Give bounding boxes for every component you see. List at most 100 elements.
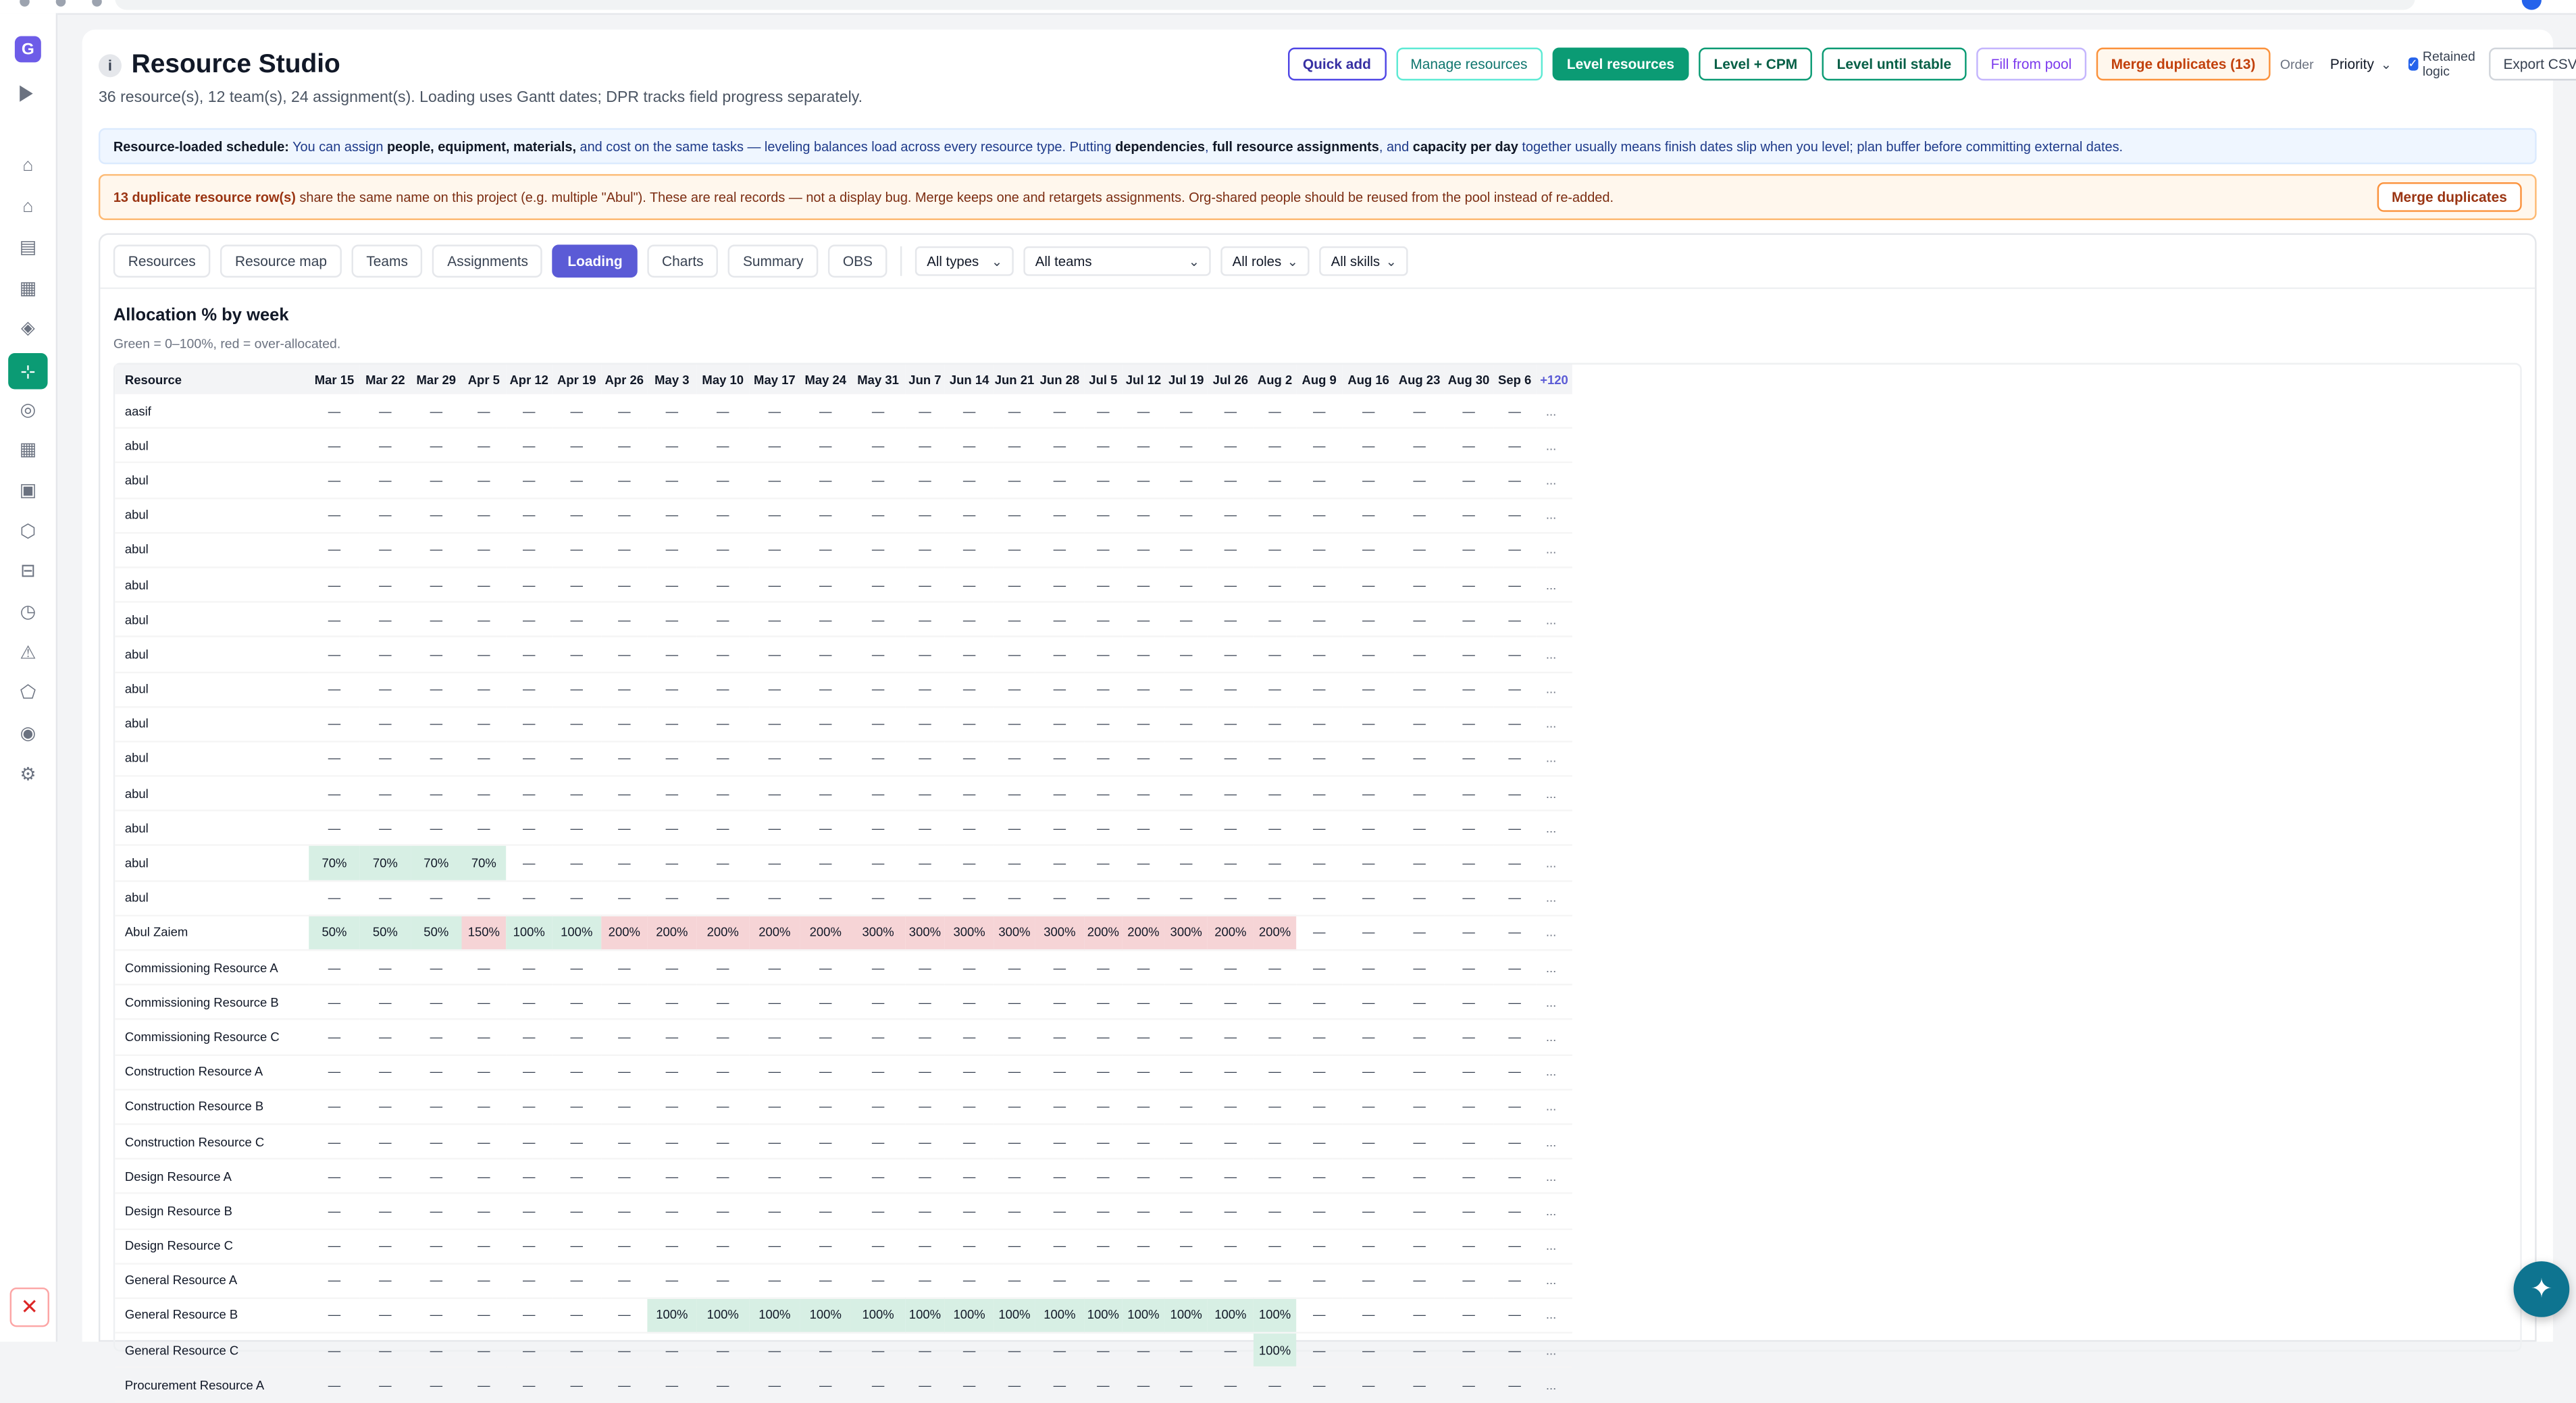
empty-allocation-cell: — (506, 1193, 552, 1229)
tab-assignments[interactable]: Assignments (432, 244, 543, 278)
empty-allocation-cell: — (1296, 1054, 1343, 1090)
empty-allocation-cell: — (647, 1123, 697, 1160)
tab-summary[interactable]: Summary (728, 244, 819, 278)
pentagon-icon[interactable]: ⬠ (13, 677, 43, 706)
empty-allocation-cell: — (1122, 706, 1165, 743)
empty-allocation-cell: — (850, 1123, 906, 1160)
retained-logic-toggle[interactable]: ✓ Retained logic (2408, 49, 2479, 79)
more-weeks-header[interactable]: +120 (1536, 364, 1572, 394)
tab-charts[interactable]: Charts (647, 244, 719, 278)
tab-obs[interactable]: OBS (827, 244, 887, 278)
assistant-fab-button[interactable]: ✦ (2513, 1261, 2570, 1317)
app-logo[interactable]: G (14, 36, 41, 63)
empty-allocation-cell: — (1493, 462, 1537, 499)
profile-avatar[interactable] (2521, 0, 2542, 10)
empty-allocation-cell: — (1395, 1123, 1445, 1160)
banner-merge-duplicates-button[interactable]: Merge duplicates (2377, 182, 2522, 212)
role-filter-value: All roles (1232, 253, 1282, 269)
radio-icon[interactable]: ◉ (13, 718, 43, 747)
empty-allocation-cell: — (1164, 428, 1208, 464)
tab-loading[interactable]: Loading (552, 244, 638, 278)
hexagon-icon[interactable]: ⬡ (13, 516, 43, 546)
empty-allocation-cell: — (1395, 810, 1445, 847)
tab-resource-map[interactable]: Resource map (220, 244, 342, 278)
empty-allocation-cell: — (1493, 671, 1537, 708)
resource-name-cell: abul (115, 637, 309, 673)
export-csv-button[interactable]: Export CSV (2488, 47, 2576, 81)
resource-name-cell: abul (115, 602, 309, 638)
empty-allocation-cell: — (359, 1089, 411, 1126)
reload-icon[interactable] (92, 0, 102, 7)
empty-allocation-cell: — (800, 428, 851, 464)
week-column-header: Mar 15 (309, 364, 360, 394)
empty-allocation-cell: — (359, 637, 411, 673)
play-icon[interactable] (20, 85, 33, 102)
empty-allocation-cell: — (1296, 1193, 1343, 1229)
empty-allocation-cell: — (905, 984, 945, 1021)
tab-resources[interactable]: Resources (113, 244, 211, 278)
board-icon[interactable]: ▣ (13, 475, 43, 504)
target-icon[interactable]: ◎ (13, 394, 43, 424)
empty-allocation-cell: — (601, 1123, 648, 1160)
resource-name-cell: General Resource C (115, 1333, 309, 1369)
empty-allocation-cell: — (601, 602, 648, 638)
empty-allocation-cell: — (1084, 1228, 1123, 1265)
close-icon[interactable]: ✕ (9, 1288, 49, 1327)
empty-allocation-cell: — (1395, 1193, 1445, 1229)
empty-allocation-cell: — (309, 462, 360, 499)
url-input[interactable] (115, 0, 2415, 10)
empty-allocation-cell: — (647, 1054, 697, 1090)
empty-allocation-cell: — (749, 1193, 800, 1229)
empty-allocation-cell: — (647, 1367, 697, 1403)
layers-icon[interactable]: ⊟ (13, 555, 43, 585)
level-until-stable-button[interactable]: Level until stable (1822, 47, 1967, 81)
level-cpm-button[interactable]: Level + CPM (1699, 47, 1813, 81)
empty-allocation-cell: — (1253, 984, 1297, 1021)
info-icon[interactable]: i (98, 54, 122, 78)
diamond-icon[interactable]: ◈ (13, 312, 43, 342)
table-icon[interactable]: ▦ (13, 433, 43, 463)
empty-allocation-cell: — (411, 1263, 462, 1299)
quick-add-button[interactable]: Quick add (1288, 47, 1386, 81)
type-filter-select[interactable]: All types ⌄ (915, 246, 1014, 276)
empty-allocation-cell: — (309, 1228, 360, 1265)
empty-allocation-cell: — (850, 462, 906, 499)
house-icon[interactable]: ⌂ (13, 192, 43, 222)
grid-icon[interactable]: ▦ (13, 273, 43, 302)
empty-allocation-cell: — (309, 567, 360, 604)
home-icon[interactable]: ⌂ (13, 151, 43, 181)
settings-icon[interactable]: ⚙ (13, 759, 43, 789)
left-rail: G ⌂ ⌂ ▤ ▦ ◈ ⊹ ◎ ▦ ▣ ⬡ ⊟ ◷ ⚠ ⬠ ◉ ⚙ ✕ (0, 13, 58, 1342)
table-row: abul — — — — — — — — — — — — — — — — — — — — — — — — — —... (115, 776, 1572, 812)
list-icon[interactable]: ▤ (13, 232, 43, 261)
empty-allocation-cell: — (461, 1054, 507, 1090)
level-resources-button[interactable]: Level resources (1551, 47, 1689, 81)
tab-teams[interactable]: Teams (351, 244, 423, 278)
warning-icon[interactable]: ⚠ (13, 637, 43, 667)
empty-allocation-cell: — (1395, 950, 1445, 986)
empty-allocation-cell: — (1493, 845, 1537, 882)
fill-from-pool-button[interactable]: Fill from pool (1976, 47, 2087, 81)
empty-allocation-cell: — (461, 741, 507, 777)
more-cell: ... (1536, 1298, 1572, 1334)
network-icon[interactable]: ⊹ (8, 352, 48, 390)
role-filter-select[interactable]: All roles ⌄ (1220, 246, 1310, 276)
skill-filter-select[interactable]: All skills ⌄ (1319, 246, 1408, 276)
forward-icon[interactable] (55, 0, 66, 7)
empty-allocation-cell: — (411, 1020, 462, 1055)
merge-duplicates-button[interactable]: Merge duplicates (13) (2096, 47, 2271, 81)
clock-icon[interactable]: ◷ (13, 596, 43, 626)
empty-allocation-cell: — (1122, 1159, 1165, 1195)
team-filter-select[interactable]: All teams ⌄ (1023, 246, 1212, 276)
retained-logic-checkbox[interactable]: ✓ (2408, 57, 2418, 71)
manage-resources-button[interactable]: Manage resources (1395, 47, 1543, 81)
empty-allocation-cell: — (1296, 394, 1343, 429)
empty-allocation-cell: — (696, 1159, 750, 1195)
empty-allocation-cell: — (1296, 602, 1343, 638)
empty-allocation-cell: — (1164, 1228, 1208, 1265)
empty-allocation-cell: — (1444, 915, 1494, 951)
order-select[interactable]: Priority ⌄ (2323, 56, 2398, 72)
empty-allocation-cell: — (696, 984, 750, 1021)
more-cell: ... (1536, 428, 1572, 464)
back-icon[interactable] (20, 0, 30, 7)
